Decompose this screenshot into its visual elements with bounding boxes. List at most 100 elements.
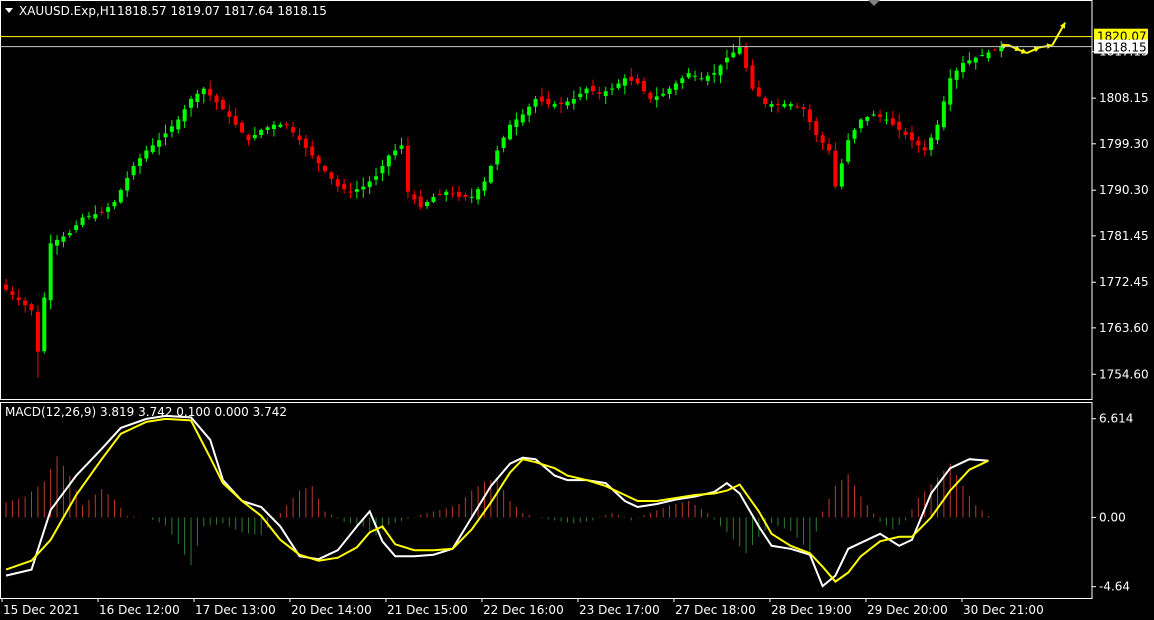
- time-tick-label: 17 Dec 13:00: [195, 603, 276, 617]
- time-tick-label: 27 Dec 18:00: [675, 603, 756, 617]
- candle-body: [750, 65, 755, 89]
- candle-body: [112, 202, 117, 207]
- candle-body: [629, 76, 634, 81]
- candle-body: [973, 57, 978, 63]
- candle-body: [546, 98, 551, 105]
- candle-body: [380, 165, 385, 174]
- candle-body: [929, 137, 934, 150]
- candle-body: [437, 194, 442, 196]
- time-tick-label: 21 Dec 15:00: [387, 603, 468, 617]
- candle-body: [801, 107, 806, 110]
- candle-body: [508, 124, 513, 140]
- candle-body: [412, 194, 417, 200]
- candle-body: [922, 147, 927, 151]
- candle-body: [897, 121, 902, 130]
- candle-body: [323, 165, 327, 172]
- price-tick-label: 1781.45: [1099, 229, 1149, 243]
- candle-body: [597, 92, 602, 94]
- candle-body: [163, 133, 168, 138]
- candle-body: [527, 106, 532, 116]
- candle-body: [890, 118, 895, 125]
- candle-body: [884, 119, 889, 121]
- candle-body: [565, 101, 570, 106]
- candle-body: [903, 131, 908, 136]
- candle-body: [909, 132, 914, 141]
- candle-body: [769, 104, 774, 107]
- price-tick-label: 1763.60: [1099, 321, 1149, 335]
- candle-body: [948, 78, 953, 105]
- candle-body: [399, 145, 404, 149]
- candle-body: [878, 114, 883, 117]
- macd-tick-label: 0.00: [1099, 510, 1126, 524]
- candle-body: [610, 88, 615, 90]
- candle-body: [220, 99, 225, 110]
- candle-body: [992, 49, 997, 51]
- candle-body: [469, 196, 474, 198]
- trading-chart[interactable]: 1754.60 1763.60 1772.45 1781.45 1790.30 1799.…: [0, 0, 1154, 620]
- candle-body: [23, 300, 28, 306]
- candle-body: [571, 98, 576, 104]
- candle-body: [839, 163, 844, 187]
- candle-body: [157, 140, 162, 147]
- candle-body: [246, 135, 251, 141]
- macd-label: MACD(12,26,9) 3.819 3.742 0.100 0.000 3.…: [5, 405, 287, 419]
- candle-body: [131, 165, 136, 176]
- candle-body: [731, 52, 736, 58]
- candle-body: [463, 194, 468, 197]
- candle-body: [559, 102, 564, 105]
- candle-body: [782, 104, 787, 107]
- candle-body: [539, 96, 544, 102]
- candle-body: [980, 55, 985, 57]
- candle-body: [310, 146, 315, 156]
- candle-body: [297, 135, 302, 141]
- candle-body: [259, 129, 264, 136]
- candle-body: [533, 98, 538, 107]
- candle-body: [265, 127, 270, 130]
- candle-body: [444, 191, 449, 196]
- candle-body: [718, 65, 723, 76]
- candle-body: [814, 121, 819, 136]
- candle-body: [693, 75, 698, 77]
- candle-body: [99, 211, 104, 213]
- candle-body: [495, 150, 500, 165]
- candle-body: [55, 239, 60, 246]
- candle-body: [763, 97, 768, 105]
- candle-body: [42, 297, 47, 352]
- candle-body: [118, 190, 123, 203]
- candle-body: [93, 214, 98, 219]
- candle-body: [367, 181, 372, 188]
- price-tick-label: 1754.60: [1099, 367, 1149, 381]
- candle-body: [642, 81, 646, 92]
- candle-body: [354, 189, 359, 192]
- candle-body: [941, 101, 946, 128]
- candle-body: [67, 232, 72, 236]
- candle-body: [386, 155, 391, 167]
- candle-body: [807, 109, 812, 123]
- candle-body: [673, 83, 678, 90]
- candle-body: [705, 75, 710, 81]
- price-tick-label: 1808.15: [1099, 91, 1149, 105]
- candle-body: [616, 83, 621, 88]
- candle-body: [756, 87, 761, 97]
- candle-body: [4, 284, 8, 290]
- time-tick-label: 20 Dec 14:00: [291, 603, 372, 617]
- time-tick-label: 15 Dec 2021: [3, 603, 80, 617]
- candle-body: [954, 70, 959, 80]
- candle-body: [865, 116, 870, 121]
- price-tick-label: 1790.30: [1099, 183, 1149, 197]
- candle-body: [252, 135, 257, 139]
- candle-body: [316, 156, 321, 164]
- time-tick-label: 30 Dec 21:00: [963, 603, 1044, 617]
- candle-body: [482, 181, 487, 191]
- candle-body: [501, 137, 506, 149]
- candle-body: [125, 177, 130, 191]
- candle-body: [833, 150, 838, 187]
- candle-body: [233, 115, 238, 125]
- candle-body: [724, 57, 729, 63]
- candle-body: [418, 196, 423, 208]
- macd-tick-label: 6.614: [1099, 412, 1133, 426]
- candle-body: [456, 191, 461, 197]
- time-tick-label: 22 Dec 16:00: [483, 603, 564, 617]
- candle-body: [405, 145, 410, 192]
- ohlc-values: 1818.57 1819.07 1817.64 1818.15: [117, 4, 327, 18]
